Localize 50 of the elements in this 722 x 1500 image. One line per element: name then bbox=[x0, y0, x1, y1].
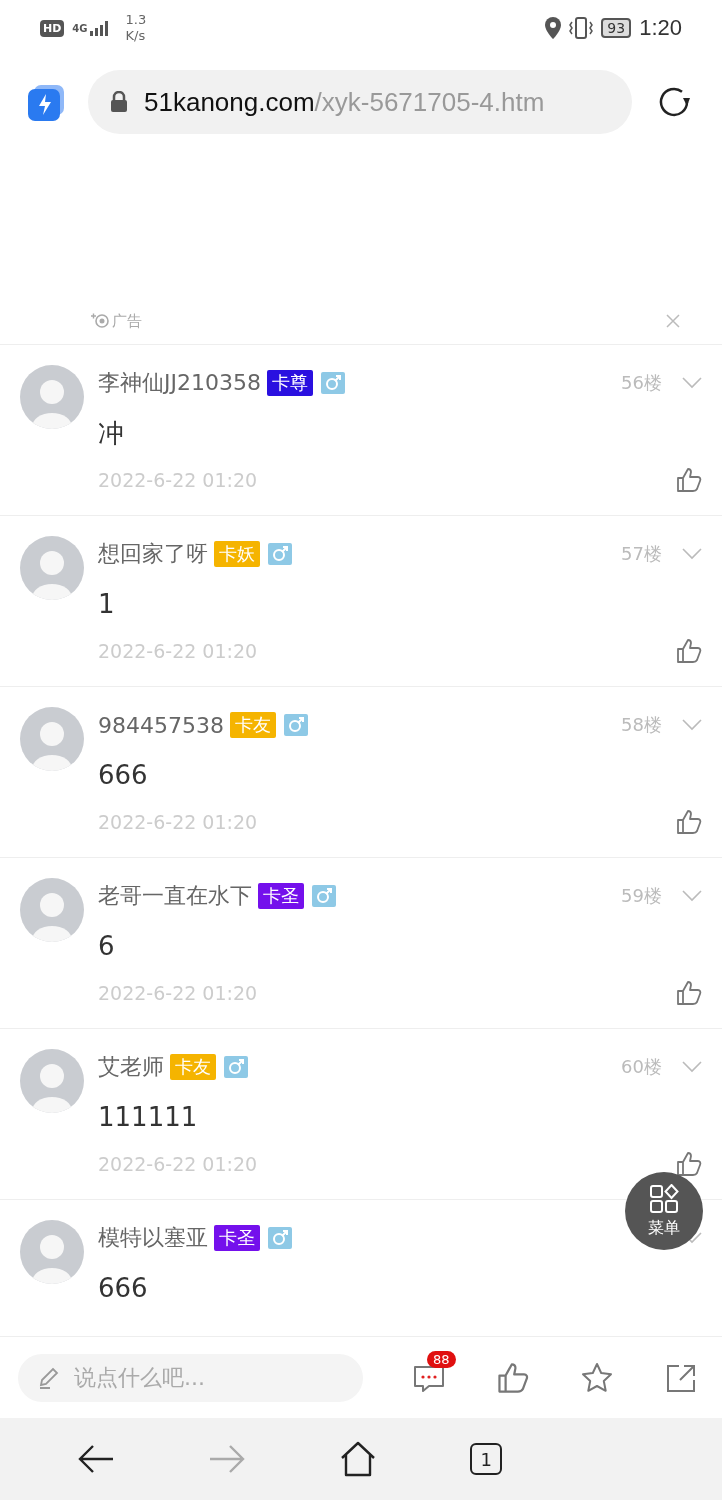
floor-number: 58楼 bbox=[621, 713, 662, 737]
floor-number: 56楼 bbox=[621, 371, 662, 395]
floor-number: 59楼 bbox=[621, 884, 662, 908]
rank-badge: 卡妖 bbox=[214, 541, 260, 567]
lock-icon bbox=[110, 91, 128, 113]
comment-count-badge: 88 bbox=[427, 1350, 456, 1368]
back-arrow-icon[interactable] bbox=[76, 1444, 115, 1474]
username[interactable]: 老哥一直在水下 bbox=[98, 881, 252, 911]
star-icon[interactable] bbox=[581, 1361, 613, 1394]
tabs-button[interactable]: 1 bbox=[470, 1443, 503, 1475]
clock: 1:20 bbox=[639, 15, 682, 41]
username[interactable]: 艾老师 bbox=[98, 1052, 164, 1082]
speed-value: 1.3 bbox=[125, 12, 147, 28]
hd-indicator: HD bbox=[40, 19, 65, 37]
ad-label: 广告 bbox=[112, 311, 142, 331]
username[interactable]: 李神仙JJ210358 bbox=[98, 368, 261, 398]
comment-field[interactable]: 说点什么吧... bbox=[18, 1353, 363, 1402]
rank-badge: 卡圣 bbox=[214, 1225, 260, 1251]
address-bar[interactable]: 51kanong.com/xyk-5671705-4.htm bbox=[88, 70, 632, 134]
network-type: 4G bbox=[72, 22, 88, 34]
ad-icon bbox=[90, 312, 110, 330]
thumbs-up-icon[interactable] bbox=[497, 1361, 529, 1394]
floor-number: 60楼 bbox=[621, 1055, 662, 1079]
location-icon bbox=[545, 17, 562, 39]
post-content: 666 bbox=[98, 759, 149, 792]
thumbs-up-icon[interactable] bbox=[676, 467, 702, 493]
rank-badge: 卡友 bbox=[230, 712, 276, 738]
post-content: 111111 bbox=[98, 1101, 199, 1134]
rank-badge: 卡圣 bbox=[258, 883, 304, 909]
thumbs-up-icon[interactable] bbox=[676, 1151, 702, 1177]
username[interactable]: 想回家了呀 bbox=[98, 539, 208, 569]
thumbs-up-icon[interactable] bbox=[676, 638, 702, 664]
username[interactable]: 984457538 bbox=[98, 712, 224, 738]
post-content: 6 bbox=[98, 930, 116, 963]
menu-button[interactable]: 菜单 bbox=[625, 1172, 703, 1250]
rank-badge: 卡友 bbox=[170, 1054, 216, 1080]
speed-unit: K/s bbox=[125, 28, 147, 44]
url-text: 51kanong.com/xyk-5671705-4.htm bbox=[144, 86, 545, 118]
thumbs-up-icon[interactable] bbox=[676, 980, 702, 1006]
thumbs-up-icon[interactable] bbox=[676, 809, 702, 835]
post-content: 666 bbox=[98, 1272, 149, 1305]
grid-icon bbox=[649, 1183, 679, 1214]
post-content: 冲 bbox=[98, 416, 125, 450]
floor-number: 57楼 bbox=[621, 542, 662, 566]
lightning-app-icon[interactable] bbox=[26, 82, 66, 122]
rank-badge: 卡尊 bbox=[266, 370, 313, 396]
username[interactable]: 模特以塞亚 bbox=[98, 1223, 208, 1253]
vibrate-icon bbox=[569, 17, 594, 39]
battery-indicator: 93 bbox=[601, 18, 632, 38]
post-content: 1 bbox=[98, 588, 116, 621]
